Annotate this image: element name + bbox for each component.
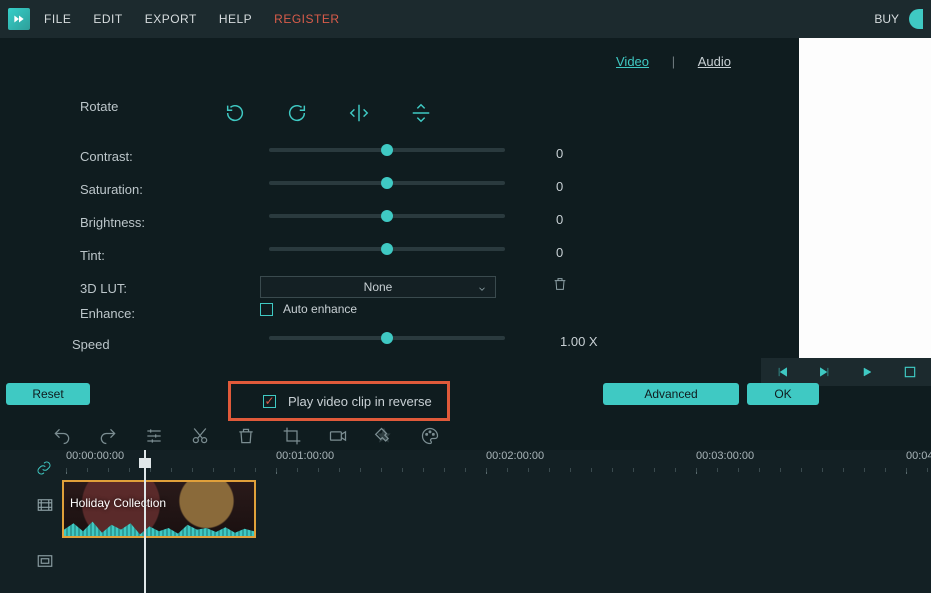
next-frame-icon[interactable] bbox=[814, 361, 836, 383]
saturation-slider[interactable] bbox=[269, 181, 505, 185]
tab-separator: | bbox=[672, 54, 675, 69]
link-icon[interactable] bbox=[36, 460, 52, 479]
contrast-label: Contrast: bbox=[80, 149, 210, 164]
ok-button[interactable]: OK bbox=[747, 383, 819, 405]
pin-icon[interactable] bbox=[374, 426, 394, 446]
speed-slider[interactable] bbox=[269, 336, 505, 340]
tint-value: 0 bbox=[556, 245, 563, 260]
menu-help[interactable]: HELP bbox=[219, 12, 252, 26]
slider-thumb[interactable] bbox=[381, 243, 393, 255]
reverse-label: Play video clip in reverse bbox=[288, 394, 432, 409]
brightness-value: 0 bbox=[556, 212, 563, 227]
tab-video[interactable]: Video bbox=[616, 54, 649, 69]
timeline-toolbar bbox=[52, 420, 440, 452]
enhance-label: Enhance: bbox=[80, 306, 210, 321]
crop-icon[interactable] bbox=[282, 426, 302, 446]
reverse-checkbox[interactable] bbox=[263, 395, 276, 408]
fullscreen-icon[interactable] bbox=[899, 361, 921, 383]
slider-thumb[interactable] bbox=[381, 332, 393, 344]
auto-enhance-row: Auto enhance bbox=[260, 302, 357, 316]
reset-button[interactable]: Reset bbox=[6, 383, 90, 405]
menu-edit[interactable]: EDIT bbox=[93, 12, 122, 26]
buy-pill[interactable] bbox=[909, 9, 923, 29]
lut-delete-icon[interactable] bbox=[552, 276, 568, 295]
brightness-label: Brightness: bbox=[80, 215, 210, 230]
cut-icon[interactable] bbox=[190, 426, 210, 446]
rotate-ccw-icon[interactable] bbox=[286, 102, 308, 124]
advanced-button[interactable]: Advanced bbox=[603, 383, 739, 405]
track-type-icons bbox=[34, 494, 56, 572]
speed-value: 1.00 X bbox=[560, 334, 598, 349]
flip-horizontal-icon[interactable] bbox=[348, 102, 370, 124]
speed-label: Speed bbox=[72, 337, 202, 352]
reverse-highlight-box: Play video clip in reverse bbox=[228, 381, 450, 421]
preview-pane bbox=[799, 38, 931, 358]
delete-icon[interactable] bbox=[236, 426, 256, 446]
ruler-tick: 00:04 bbox=[906, 450, 931, 462]
video-clip[interactable]: Holiday Collection bbox=[62, 480, 256, 538]
app-logo bbox=[8, 8, 30, 30]
rotate-label: Rotate bbox=[80, 99, 210, 114]
preview-transport bbox=[761, 358, 931, 386]
menu-file[interactable]: FILE bbox=[44, 12, 71, 26]
auto-enhance-label: Auto enhance bbox=[283, 302, 357, 316]
tab-audio[interactable]: Audio bbox=[698, 54, 731, 69]
video-audio-tabs: Video | Audio bbox=[616, 54, 731, 69]
auto-enhance-checkbox[interactable] bbox=[260, 303, 273, 316]
video-track-icon[interactable] bbox=[34, 494, 56, 516]
contrast-value: 0 bbox=[556, 146, 563, 161]
contrast-slider[interactable] bbox=[269, 148, 505, 152]
lut-dropdown[interactable]: None bbox=[260, 276, 496, 298]
saturation-label: Saturation: bbox=[80, 182, 210, 197]
menubar: FILE EDIT EXPORT HELP REGISTER BUY bbox=[0, 0, 931, 38]
ruler-tick: 00:01:00:00 bbox=[276, 450, 334, 462]
chevron-down-icon bbox=[477, 283, 487, 297]
flip-vertical-icon[interactable] bbox=[410, 102, 432, 124]
ruler-tick: 00:03:00:00 bbox=[696, 450, 754, 462]
rotate-icon-group bbox=[224, 102, 432, 124]
ruler-tick: 00:00:00:00 bbox=[66, 450, 124, 462]
ruler-tick: 00:02:00:00 bbox=[486, 450, 544, 462]
undo-icon[interactable] bbox=[52, 426, 72, 446]
video-edit-panel: Video | Audio Rotate Contrast: 0 Saturat… bbox=[0, 38, 931, 410]
slider-thumb[interactable] bbox=[381, 144, 393, 156]
timeline-ruler[interactable]: 00:00:00:00 00:01:00:00 00:02:00:00 00:0… bbox=[62, 450, 931, 476]
play-icon[interactable] bbox=[856, 361, 878, 383]
rotate-cw-icon[interactable] bbox=[224, 102, 246, 124]
adjust-icon[interactable] bbox=[144, 426, 164, 446]
redo-icon[interactable] bbox=[98, 426, 118, 446]
lut-label: 3D LUT: bbox=[80, 281, 210, 296]
lut-selected-value: None bbox=[364, 280, 393, 294]
playhead[interactable] bbox=[144, 450, 146, 593]
palette-icon[interactable] bbox=[420, 426, 440, 446]
overlay-track-icon[interactable] bbox=[34, 550, 56, 572]
record-icon[interactable] bbox=[328, 426, 348, 446]
tint-slider[interactable] bbox=[269, 247, 505, 251]
slider-thumb[interactable] bbox=[381, 177, 393, 189]
clip-title: Holiday Collection bbox=[70, 496, 166, 510]
timeline: 00:00:00:00 00:01:00:00 00:02:00:00 00:0… bbox=[0, 450, 931, 593]
buy-label[interactable]: BUY bbox=[874, 12, 899, 26]
saturation-value: 0 bbox=[556, 179, 563, 194]
slider-thumb[interactable] bbox=[381, 210, 393, 222]
menu-register[interactable]: REGISTER bbox=[274, 12, 339, 26]
prev-frame-icon[interactable] bbox=[771, 361, 793, 383]
brightness-slider[interactable] bbox=[269, 214, 505, 218]
tint-label: Tint: bbox=[80, 248, 210, 263]
menu-export[interactable]: EXPORT bbox=[145, 12, 197, 26]
